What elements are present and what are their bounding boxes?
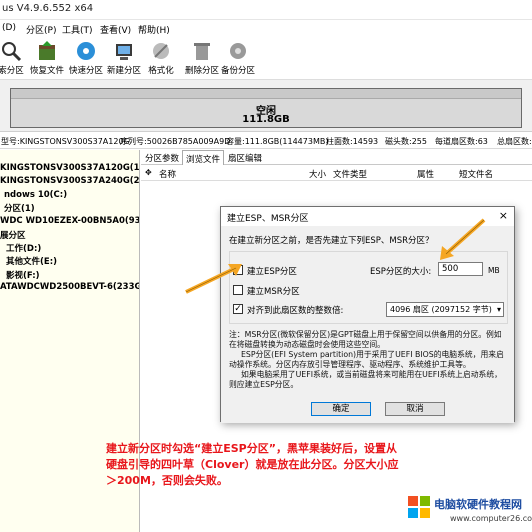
disk-info-bar: 型号:KINGSTONSV300S37A120G 序列号:50026B785A0… xyxy=(0,133,532,149)
toolbar-label: 新建分区 xyxy=(106,66,141,76)
recover-files-button[interactable]: 恢复文件 xyxy=(27,40,67,78)
backup-icon xyxy=(230,43,246,59)
close-icon[interactable]: × xyxy=(499,209,508,222)
disk-sectors: 每道扇区数:63 xyxy=(435,137,488,146)
new-partition-icon xyxy=(116,44,132,60)
align-select-value: 4096 扇区 (2097152 字节) xyxy=(390,305,492,314)
backup-partition-button[interactable]: 备份分区 xyxy=(220,40,256,78)
free-space-size: 111.8GB xyxy=(242,114,290,125)
delete-partition-button[interactable]: 删除分区 xyxy=(184,40,220,78)
tab-browse-files[interactable]: 浏览文件 xyxy=(182,150,225,165)
watermark-brand: 电脑软硬件教程网 xyxy=(434,498,522,511)
quick-partition-icon xyxy=(77,42,95,60)
menu-file[interactable]: (D) xyxy=(2,23,16,33)
toolbar-label: 索分区 xyxy=(0,66,24,76)
tree-item[interactable]: ATAWDCWD2500BEVT-6(233GB) xyxy=(0,282,139,292)
format-button[interactable]: 格式化 xyxy=(145,40,177,78)
format-icon xyxy=(153,43,169,59)
toolbar-label: 快速分区 xyxy=(68,66,103,76)
esp-checkbox-label[interactable]: 建立ESP分区 xyxy=(247,265,297,277)
disk-heads: 磁头数:255 xyxy=(385,137,427,146)
title-bar: us V4.9.6.552 x64 xyxy=(0,0,532,20)
toolbar-label: 恢复文件 xyxy=(29,66,64,76)
dialog-note: 注：MSR分区(微软保留分区)是GPT磁盘上用于保留空间以供备用的分区。例如在将… xyxy=(229,330,508,390)
menu-partition[interactable]: 分区(P) xyxy=(26,23,56,36)
column-name[interactable]: 名称 xyxy=(159,168,176,180)
arrow-to-size-icon xyxy=(440,218,486,260)
tree-item[interactable]: 分区(1) xyxy=(4,202,35,214)
ok-button[interactable]: 确定 xyxy=(311,402,371,416)
disk-model: 型号:KINGSTONSV300S37A120G xyxy=(1,137,130,146)
caption-line-3: ＞200M，否则会失败。 xyxy=(106,474,228,487)
toolbar-label: 格式化 xyxy=(148,66,174,76)
tree-item[interactable]: 其他文件(E:) xyxy=(6,255,57,267)
menu-view[interactable]: 查看(V) xyxy=(100,23,131,36)
menu-bar: (D) 分区(P) 工具(T) 查看(V) 帮助(H) xyxy=(0,20,532,38)
quick-partition-button[interactable]: 快速分区 xyxy=(67,40,105,78)
menu-help[interactable]: 帮助(H) xyxy=(138,23,170,36)
disk-total-sectors: 总扇区数:2 xyxy=(497,137,532,146)
annotation-caption: 建立新分区时勾选“建立ESP分区”，黑苹果装好后，设置从 硬盘引导的四叶草（Cl… xyxy=(106,441,466,489)
free-space-header xyxy=(11,89,521,99)
toolbar: 索分区 恢复文件 快速分区 新建分区 格式化 删除分区 备份分区 xyxy=(0,38,532,80)
toolbar-label: 删除分区 xyxy=(184,66,219,76)
column-size[interactable]: 大小 xyxy=(309,168,326,180)
menu-tools[interactable]: 工具(T) xyxy=(62,23,93,36)
search-partition-button[interactable]: 索分区 xyxy=(0,40,26,78)
delete-icon xyxy=(194,43,210,60)
cancel-button[interactable]: 取消 xyxy=(385,402,445,416)
free-space-block[interactable]: 空闲 111.8GB xyxy=(10,88,522,128)
windows-logo-icon xyxy=(408,496,430,518)
column-short-name[interactable]: 短文件名 xyxy=(459,168,493,180)
esp-size-unit: MB xyxy=(488,266,500,275)
column-type[interactable]: 文件类型 xyxy=(333,168,367,180)
align-checkbox-label[interactable]: 对齐到此扇区数的整数倍: xyxy=(247,304,343,316)
tree-item[interactable]: WDC WD10EZEX-00BN5A0(932GB) xyxy=(0,216,139,226)
window-title: us V4.9.6.552 x64 xyxy=(2,3,94,14)
file-list-header: ✥ 名称 大小 文件类型 属性 短文件名 xyxy=(141,166,532,181)
dialog-question: 在建立新分区之前，是否先建立下列ESP、MSR分区？ xyxy=(229,236,434,246)
note-esp: ESP分区(EFI System partition)用于采用了UEFI BIO… xyxy=(229,350,504,369)
esp-size-label: ESP分区的大小: xyxy=(370,267,432,277)
search-icon xyxy=(2,42,22,62)
tab-strip: 分区参数 浏览文件 扇区编辑 xyxy=(141,150,532,165)
tab-sector-editor[interactable]: 扇区编辑 xyxy=(228,152,262,164)
caption-line-2: 硬盘引导的四叶草（Clover）就是放在此分区。分区大小应 xyxy=(106,458,399,471)
disk-serial: 序列号:50026B785A009A9D xyxy=(120,137,231,146)
recover-icon xyxy=(39,41,55,60)
tree-item[interactable]: ndows 10(C:) xyxy=(4,190,67,200)
disk-cylinders: 柱面数:14593 xyxy=(326,137,379,146)
new-partition-button[interactable]: 新建分区 xyxy=(105,40,143,78)
tree-item[interactable]: 影视(F:) xyxy=(6,269,40,281)
align-checkbox[interactable]: ✓ xyxy=(233,304,243,314)
caption-line-1: 建立新分区时勾选“建立ESP分区”，黑苹果装好后，设置从 xyxy=(106,442,397,455)
watermark-url: www.computer26.com xyxy=(450,514,532,523)
tree-item[interactable]: 展分区 xyxy=(0,229,26,241)
note-msr: 注：MSR分区(微软保留分区)是GPT磁盘上用于保留空间以供备用的分区。例如在将… xyxy=(229,330,502,349)
tree-item[interactable]: KINGSTONSV300S37A240G(224GB) xyxy=(0,176,139,186)
toolbar-label: 备份分区 xyxy=(220,66,255,76)
site-watermark: 电脑软硬件教程网 www.computer26.com xyxy=(398,490,532,532)
chevron-down-icon: ▾ xyxy=(496,305,501,314)
disk-map: 空闲 111.8GB xyxy=(0,80,532,132)
tab-partition-params[interactable]: 分区参数 xyxy=(145,152,179,164)
disk-capacity: 容量:111.8GB(114473MB) xyxy=(226,137,329,146)
tree-item[interactable]: KINGSTONSV300S37A120G(112GB) xyxy=(0,163,139,173)
column-attributes[interactable]: 属性 xyxy=(417,168,434,180)
tree-item[interactable]: 工作(D:) xyxy=(6,242,41,254)
arrow-to-esp-icon xyxy=(185,264,242,294)
msr-checkbox-label[interactable]: 建立MSR分区 xyxy=(247,285,300,297)
note-uefi: 如果电脑采用了UEFI系统，或当前磁盘将来可能用在UEFI系统上启动系统，则应建… xyxy=(229,370,502,389)
up-arrow-icon[interactable]: ✥ xyxy=(145,168,152,177)
dialog-title: 建立ESP、MSR分区 xyxy=(227,214,309,224)
align-select[interactable]: 4096 扇区 (2097152 字节) ▾ xyxy=(386,302,504,317)
